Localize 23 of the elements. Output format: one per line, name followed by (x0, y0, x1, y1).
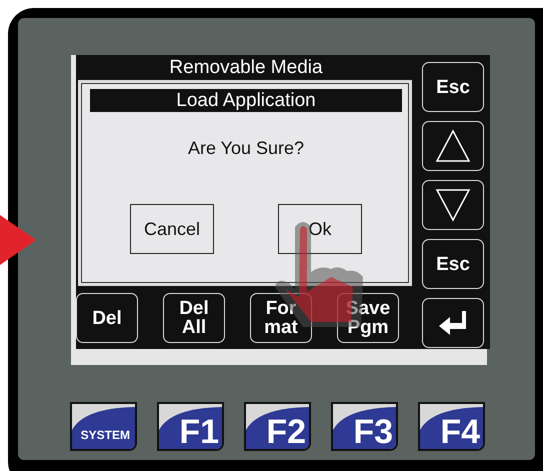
up-triangle-icon (435, 129, 471, 163)
function-key[interactable]: F3 (331, 402, 398, 451)
soft-key[interactable]: For mat (250, 293, 312, 343)
dialog-title: Load Application (90, 89, 402, 112)
side-key[interactable] (422, 121, 484, 171)
enter-arrow-icon (438, 311, 468, 335)
function-key[interactable]: F2 (244, 402, 311, 451)
dialog-button[interactable]: Ok (278, 204, 362, 254)
system-key[interactable]: SYSTEM (70, 402, 137, 451)
down-triangle-icon (435, 188, 471, 222)
soft-key[interactable]: Save Pgm (337, 293, 399, 343)
side-key[interactable]: Esc (422, 239, 484, 289)
soft-key[interactable]: Del All (163, 293, 225, 343)
screen-title: Removable Media (168, 56, 324, 80)
soft-key[interactable]: Del (76, 293, 138, 343)
function-key[interactable]: F1 (157, 402, 224, 451)
side-key[interactable] (422, 180, 484, 230)
side-key[interactable]: Esc (422, 62, 484, 112)
dialog-button[interactable]: Cancel (130, 204, 214, 254)
arrow-icon (0, 215, 36, 265)
dialog-message: Are You Sure? (186, 138, 306, 159)
side-key[interactable] (422, 298, 484, 348)
function-key[interactable]: F4 (418, 402, 485, 451)
